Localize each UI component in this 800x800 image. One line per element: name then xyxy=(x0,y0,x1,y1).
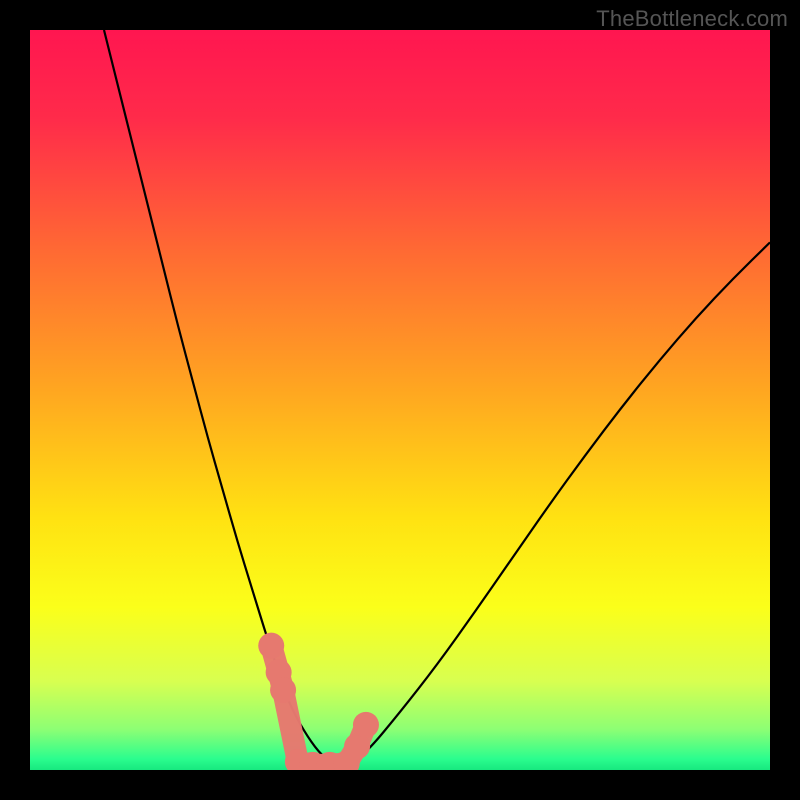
plot-area xyxy=(30,30,770,770)
outer-frame: TheBottleneck.com xyxy=(0,0,800,800)
chart-svg xyxy=(30,30,770,770)
marker-dot xyxy=(270,677,296,703)
gradient-bg xyxy=(30,30,770,770)
watermark-text: TheBottleneck.com xyxy=(596,6,788,32)
marker-dot xyxy=(353,712,379,738)
marker-dot xyxy=(258,633,284,659)
